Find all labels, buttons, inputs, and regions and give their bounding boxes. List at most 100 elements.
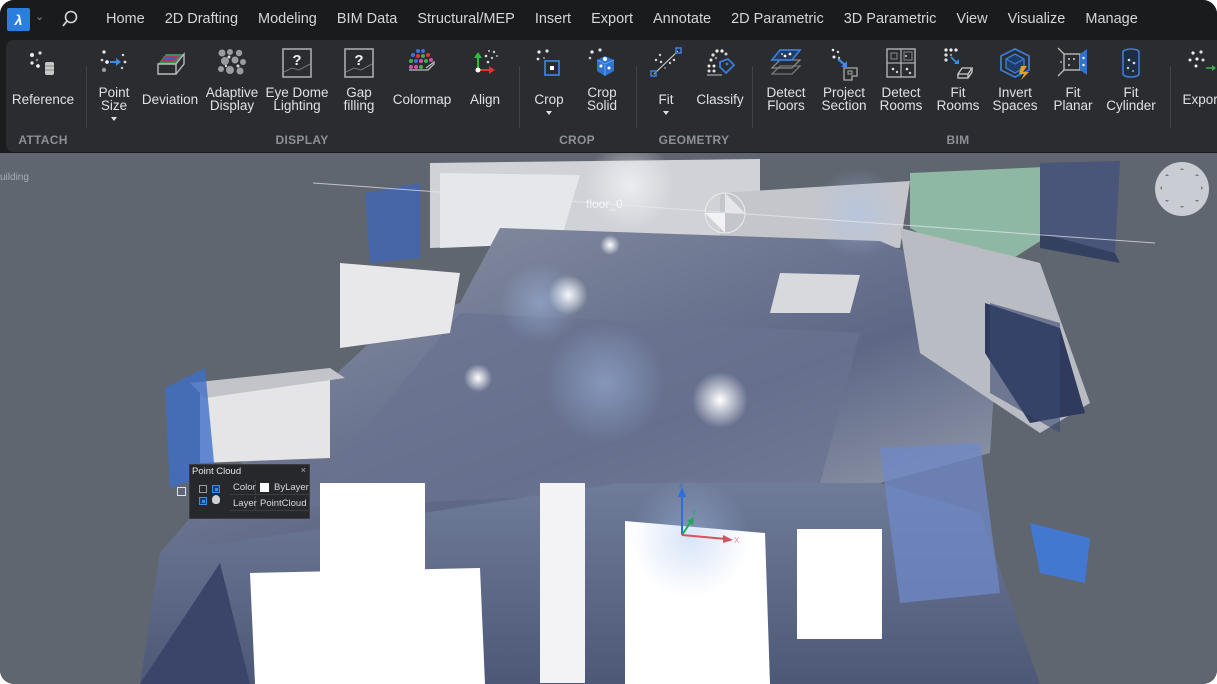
group-label-crop: CROP bbox=[559, 133, 595, 147]
crop-solid-icon bbox=[584, 46, 620, 82]
quick-properties-icons bbox=[198, 482, 224, 510]
point-size-button[interactable]: Point Size bbox=[92, 46, 136, 130]
toggle-icon[interactable] bbox=[212, 485, 220, 493]
menu-bar: λ ⌄ Home 2D Drafting Modeling BIM Data S… bbox=[0, 0, 1217, 38]
eye-dome-lighting-icon: ? bbox=[279, 46, 315, 82]
bricscad-logo-icon[interactable]: λ bbox=[7, 8, 30, 31]
fit-cylinder-icon bbox=[1113, 46, 1149, 82]
pointcloud-reference-icon bbox=[25, 46, 61, 82]
ribbon: Reference ATTACH Point Size Deviation Ad… bbox=[6, 40, 1217, 152]
invert-spaces-button[interactable]: Invert Spaces bbox=[988, 46, 1042, 130]
project-section-label: Project Section bbox=[821, 85, 867, 113]
property-row-color[interactable]: Color ByLayer bbox=[230, 479, 310, 495]
tab-export[interactable]: Export bbox=[581, 11, 643, 27]
export-pointcloud-icon bbox=[1184, 46, 1217, 82]
group-label-display: DISPLAY bbox=[275, 133, 329, 147]
align-label: Align bbox=[469, 92, 501, 107]
toggle-icon[interactable] bbox=[199, 497, 207, 505]
menu-tabs: Home 2D Drafting Modeling BIM Data Struc… bbox=[96, 0, 1148, 38]
svg-text:?: ? bbox=[292, 52, 301, 69]
classify-button[interactable]: Classify bbox=[692, 46, 748, 130]
detect-rooms-button[interactable]: Detect Rooms bbox=[874, 46, 928, 130]
ribbon-separator bbox=[519, 66, 520, 128]
invert-spaces-label: Invert Spaces bbox=[992, 85, 1038, 113]
detect-floors-icon bbox=[768, 46, 804, 82]
tab-view[interactable]: View bbox=[946, 11, 997, 27]
ribbon-separator bbox=[1170, 66, 1171, 128]
selection-grip[interactable] bbox=[177, 487, 186, 496]
view-cube[interactable] bbox=[704, 192, 746, 234]
color-swatch bbox=[260, 482, 269, 492]
group-label-attach: ATTACH bbox=[18, 133, 68, 147]
tab-visualize[interactable]: Visualize bbox=[998, 11, 1076, 27]
property-value: ByLayer bbox=[274, 481, 309, 493]
gap-filling-icon: ? bbox=[341, 46, 377, 82]
export-label: Export bbox=[1182, 92, 1217, 107]
group-label-bim: BIM bbox=[946, 133, 970, 147]
point-size-label: Point Size bbox=[98, 85, 130, 113]
gap-filling-button[interactable]: ? Gap filling bbox=[334, 46, 384, 130]
invert-spaces-icon bbox=[997, 46, 1033, 82]
dropdown-caret-icon[interactable] bbox=[546, 111, 552, 115]
tab-2d-drafting[interactable]: 2D Drafting bbox=[155, 11, 248, 27]
fit-cylinder-label: Fit Cylinder bbox=[1106, 85, 1156, 113]
close-icon[interactable]: × bbox=[301, 465, 306, 475]
crop-label: Crop bbox=[534, 92, 564, 107]
fit-rooms-button[interactable]: Fit Rooms bbox=[932, 46, 984, 130]
fit-rooms-label: Fit Rooms bbox=[936, 85, 980, 113]
fit-planar-button[interactable]: Fit Planar bbox=[1048, 46, 1098, 130]
dropdown-caret-icon[interactable] bbox=[111, 117, 117, 121]
fit-cylinder-button[interactable]: Fit Cylinder bbox=[1102, 46, 1160, 130]
deviation-button[interactable]: Deviation bbox=[139, 46, 201, 130]
property-row-layer[interactable]: Layer PointCloud bbox=[230, 495, 310, 511]
dropdown-caret-icon[interactable] bbox=[663, 111, 669, 115]
fit-icon bbox=[648, 46, 684, 82]
search-icon[interactable] bbox=[60, 9, 80, 29]
checkbox-icon[interactable] bbox=[199, 485, 207, 493]
tab-annotate[interactable]: Annotate bbox=[643, 11, 721, 27]
reference-label: Reference bbox=[11, 92, 75, 107]
svg-text:?: ? bbox=[354, 52, 363, 69]
logo-glyph: λ bbox=[14, 11, 23, 28]
navigation-wheel-icon[interactable] bbox=[1155, 162, 1209, 216]
eye-dome-lighting-button[interactable]: ? Eye Dome Lighting bbox=[264, 46, 330, 130]
fit-planar-label: Fit Planar bbox=[1053, 85, 1093, 113]
adaptive-display-button[interactable]: Adaptive Display bbox=[204, 46, 260, 130]
tab-2d-parametric[interactable]: 2D Parametric bbox=[721, 11, 834, 27]
ucs-x-label: X bbox=[734, 536, 740, 543]
tab-structural-mep[interactable]: Structural/MEP bbox=[407, 11, 525, 27]
tab-insert[interactable]: Insert bbox=[525, 11, 581, 27]
detect-floors-button[interactable]: Detect Floors bbox=[760, 46, 812, 130]
3d-viewport[interactable]: uilding floor_0 Z Y X Point Cloud × Colo… bbox=[0, 153, 1217, 684]
detect-floors-label: Detect Floors bbox=[766, 85, 806, 113]
fit-button[interactable]: Fit bbox=[644, 46, 688, 130]
point-cloud-scene bbox=[140, 153, 1156, 684]
deviation-icon bbox=[152, 46, 188, 82]
crop-icon bbox=[531, 46, 567, 82]
quick-properties-panel: Point Cloud × Color ByLayer Layer PointC… bbox=[189, 464, 310, 519]
tab-bim-data[interactable]: BIM Data bbox=[327, 11, 407, 27]
export-pointcloud-button[interactable]: Export bbox=[1176, 46, 1217, 130]
fit-rooms-icon bbox=[940, 46, 976, 82]
align-button[interactable]: Align bbox=[461, 46, 509, 130]
lightbulb-icon[interactable] bbox=[212, 495, 220, 504]
colormap-label: Colormap bbox=[392, 92, 452, 107]
adaptive-display-label: Adaptive Display bbox=[205, 85, 259, 113]
tab-3d-parametric[interactable]: 3D Parametric bbox=[834, 11, 947, 27]
reference-button[interactable]: Reference bbox=[10, 46, 76, 130]
property-key: Layer bbox=[230, 495, 257, 511]
tab-manage[interactable]: Manage bbox=[1075, 11, 1147, 27]
tab-modeling[interactable]: Modeling bbox=[248, 11, 327, 27]
tab-home[interactable]: Home bbox=[96, 11, 155, 27]
colormap-button[interactable]: Colormap bbox=[389, 46, 455, 130]
project-section-button[interactable]: Project Section bbox=[816, 46, 872, 130]
detect-rooms-label: Detect Rooms bbox=[879, 85, 923, 113]
classify-label: Classify bbox=[696, 92, 744, 107]
crop-button[interactable]: Crop bbox=[527, 46, 571, 130]
property-value: PointCloud bbox=[260, 497, 307, 509]
fit-planar-icon bbox=[1055, 46, 1091, 82]
crop-solid-label: Crop Solid bbox=[586, 85, 618, 113]
ucs-z-label: Z bbox=[679, 483, 684, 489]
crop-solid-button[interactable]: Crop Solid bbox=[578, 46, 626, 130]
chevron-down-icon[interactable]: ⌄ bbox=[35, 10, 44, 23]
